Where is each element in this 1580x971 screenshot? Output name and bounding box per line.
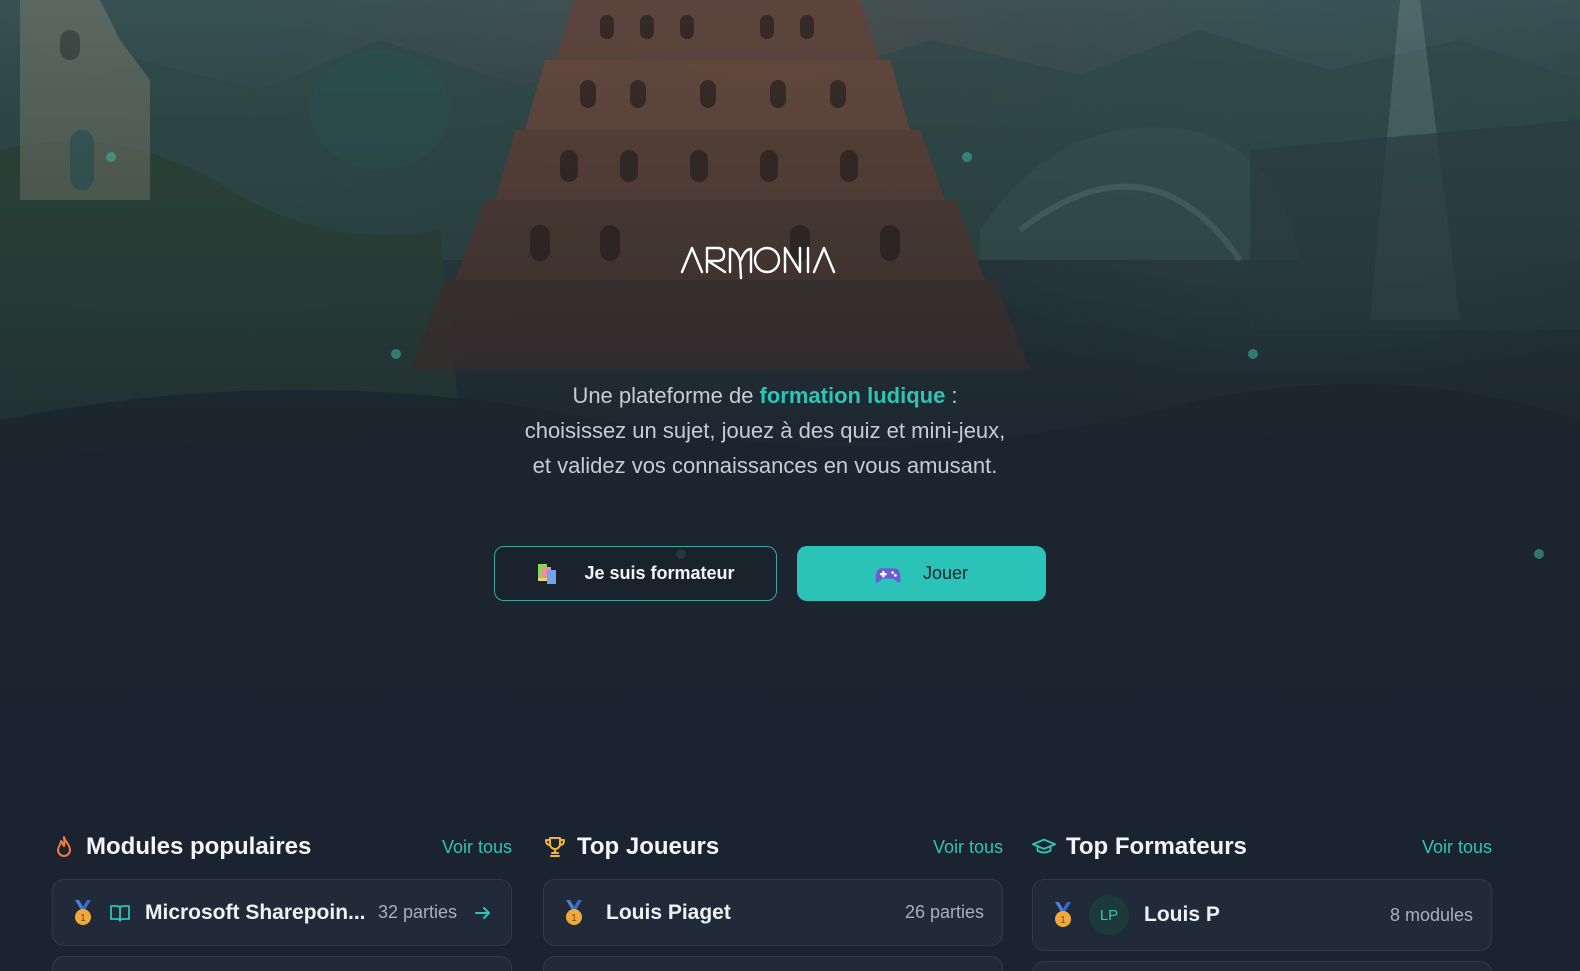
module-play-count: 32 parties [377,902,457,922]
trophy-icon [543,835,567,859]
top-trainers-section: Top Formateurs Voir tous 1 LP Louis P 8 … [1032,830,1492,971]
trainer-module-count: 8 modules [1389,904,1473,925]
gamepad-icon [875,561,901,587]
graduation-cap-icon [1032,835,1056,859]
medal-icon: 1 [562,899,586,926]
tagline-line-2: choisissez un sujet, jouez à des quiz et… [524,418,1006,443]
player-play-count: 26 parties [904,902,984,922]
books-icon [536,561,562,587]
decor-dot [106,152,116,162]
player-row[interactable] [543,956,1003,971]
module-row[interactable]: 1 Microsoft Sharepoin... 32 parties [52,879,512,946]
section-header: Top Joueurs Voir tous [543,830,1003,864]
trainer-name: Louis P [1144,903,1220,926]
trainer-row[interactable]: 1 LP Louis P 8 modules [1032,879,1492,951]
section-title-text: Top Formateurs [1066,833,1247,860]
see-all-modules-link[interactable]: Voir tous [442,837,512,858]
armonia-logo [680,240,850,284]
decor-dot [1534,549,1544,559]
tagline-line-3: et validez vos connaissances en vous amu… [532,453,998,478]
section-title: Modules populaires [52,833,311,861]
book-icon [109,902,131,924]
tagline-prefix: Une plateforme de [572,383,760,408]
jouer-button-label: Jouer [922,563,969,583]
svg-text:1: 1 [1060,915,1066,926]
formateur-button[interactable]: Je suis formateur [494,546,777,601]
tagline-accent: formation ludique [759,383,946,408]
tagline-suffix: : [945,383,958,408]
decor-dot [1248,349,1258,359]
module-row[interactable] [52,956,512,971]
svg-text:1: 1 [571,913,577,924]
trainer-row[interactable] [1032,961,1492,971]
see-all-players-link[interactable]: Voir tous [933,837,1003,858]
decor-dot [962,152,972,162]
svg-text:1: 1 [80,913,86,924]
formateur-button-label: Je suis formateur [584,563,735,583]
popular-modules-section: Modules populaires Voir tous 1 Microsoft… [52,830,512,971]
decor-dot [391,349,401,359]
player-name: Louis Piaget [606,900,731,924]
module-name: Microsoft Sharepoin... [145,900,366,924]
section-header: Top Formateurs Voir tous [1032,830,1492,864]
hero-tagline: Une plateforme de formation ludique : ch… [440,378,1090,483]
section-title-text: Top Joueurs [577,833,720,860]
arrow-right-icon[interactable] [473,903,493,923]
medal-icon: 1 [71,899,95,926]
armonia-logo-mark [680,246,836,280]
section-title: Top Joueurs [543,833,719,861]
jouer-button[interactable]: Jouer [797,546,1046,601]
flame-icon [52,835,76,859]
tagline-line-1: Une plateforme de formation ludique : [440,378,1090,413]
player-row[interactable]: 1 Louis Piaget 26 parties [543,879,1003,946]
medal-icon: 1 [1051,902,1075,928]
see-all-trainers-link[interactable]: Voir tous [1422,837,1492,858]
avatar: LP [1089,895,1129,935]
section-header: Modules populaires Voir tous [52,830,512,864]
section-title-text: Modules populaires [86,833,312,860]
section-title: Top Formateurs [1032,833,1247,861]
top-players-section: Top Joueurs Voir tous 1 Louis Piaget 26 … [543,830,1003,971]
